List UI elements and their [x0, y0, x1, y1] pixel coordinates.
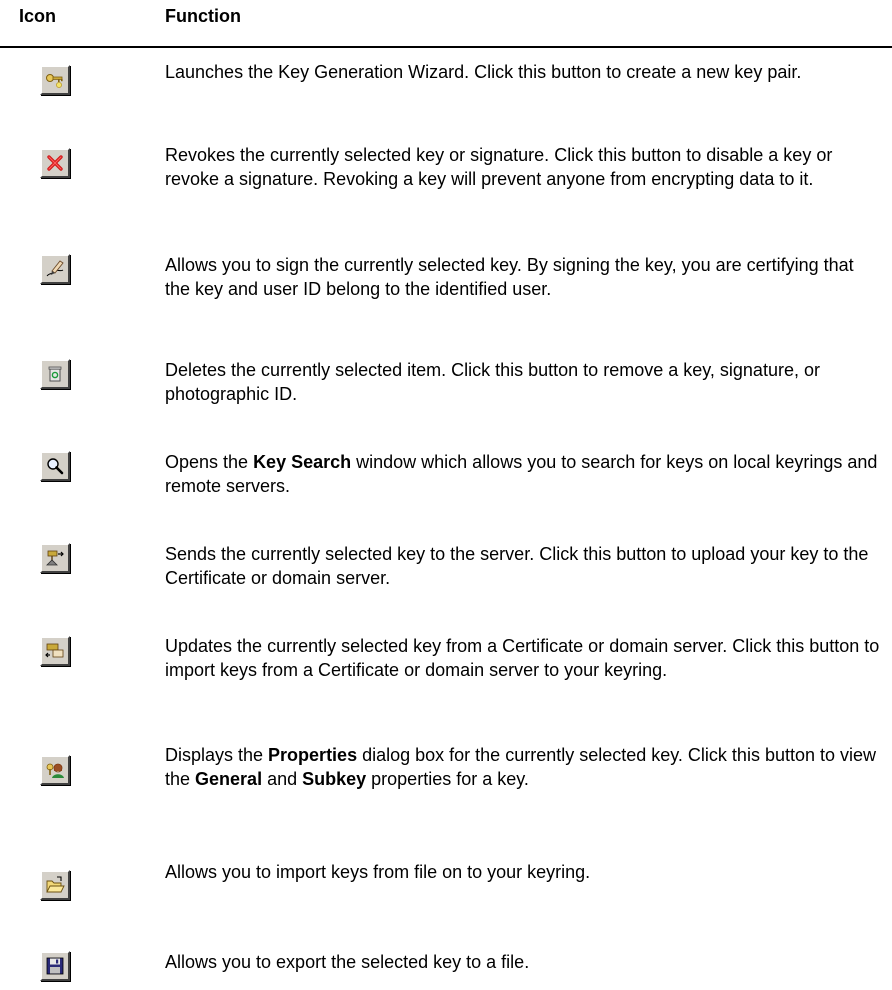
- search-button[interactable]: [40, 451, 70, 481]
- export-button[interactable]: [40, 951, 70, 981]
- row-description: Allows you to sign the currently selecte…: [165, 255, 854, 299]
- export-save-icon: [46, 957, 64, 975]
- general-emphasis: General: [195, 769, 263, 789]
- sign-icon: [46, 260, 64, 277]
- new-key-button[interactable]: [40, 65, 70, 95]
- revoke-button[interactable]: [40, 148, 70, 178]
- delete-icon: [48, 366, 62, 382]
- properties-emphasis: Properties: [268, 745, 358, 765]
- update-from-server-button[interactable]: [40, 636, 70, 666]
- properties-button[interactable]: [40, 755, 70, 785]
- row-description: Updates the currently selected key from …: [165, 636, 880, 680]
- revoke-icon: [47, 155, 63, 171]
- send-to-server-button[interactable]: [40, 543, 70, 573]
- row-description: Displays the Properties dialog box for t…: [165, 745, 877, 789]
- row-description: Allows you to import keys from file on t…: [165, 862, 591, 882]
- column-header-icon: Icon: [19, 6, 57, 26]
- row-description: Launches the Key Generation Wizard. Clic…: [165, 62, 802, 82]
- new-key-icon: [46, 74, 63, 88]
- row-description: Revokes the currently selected key or si…: [165, 145, 833, 189]
- subkey-emphasis: Subkey: [302, 769, 367, 789]
- sign-button[interactable]: [40, 254, 70, 284]
- row-description: Sends the currently selected key to the …: [165, 544, 869, 588]
- header-rule: [0, 46, 892, 48]
- search-icon: [47, 458, 64, 475]
- properties-icon: [46, 763, 64, 778]
- row-description: Deletes the currently selected item. Cli…: [165, 360, 820, 404]
- row-description: Allows you to export the selected key to…: [165, 952, 530, 972]
- column-header-function: Function: [165, 6, 241, 26]
- update-from-server-icon: [45, 643, 64, 658]
- row-description: Opens the Key Search window which allows…: [165, 452, 878, 496]
- toolbar-icon-reference-page: Icon Function Launches the Key Generatio…: [0, 0, 892, 990]
- import-folder-icon: [46, 876, 65, 893]
- send-to-server-icon: [46, 550, 64, 566]
- key-search-emphasis: Key Search: [253, 452, 352, 472]
- import-button[interactable]: [40, 870, 70, 900]
- delete-button[interactable]: [40, 359, 70, 389]
